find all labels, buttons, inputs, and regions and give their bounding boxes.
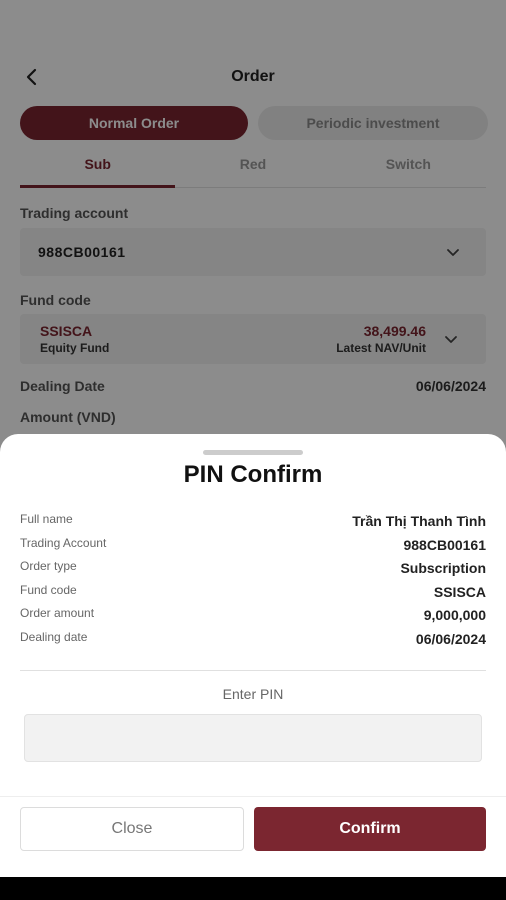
detail-row-trading-account: Trading Account 988CB00161 [20, 536, 486, 558]
divider [20, 670, 486, 671]
detail-row-order-amount: Order amount 9,000,000 [20, 606, 486, 628]
detail-value: 06/06/2024 [415, 631, 486, 647]
pin-input[interactable] [24, 714, 482, 762]
detail-row-full-name: Full name Trần Thị Thanh Tình [20, 512, 486, 534]
detail-label: Order amount [20, 606, 95, 620]
detail-label: Full name [20, 512, 73, 526]
detail-row-order-type: Order type Subscription [20, 559, 486, 581]
pin-confirm-sheet: PIN Confirm Full name Trần Thị Thanh Tìn… [0, 434, 506, 877]
detail-value: Trần Thị Thanh Tình [352, 513, 486, 529]
sheet-grabber[interactable] [203, 450, 303, 455]
pin-label: Enter PIN [222, 686, 284, 702]
sheet-footer: Close Confirm [0, 796, 506, 877]
sheet-title: PIN Confirm [183, 461, 323, 488]
detail-label: Dealing date [20, 630, 88, 644]
detail-value: 9,000,000 [423, 607, 486, 623]
close-button[interactable]: Close [20, 807, 244, 851]
order-screen: Order Normal Order Periodic investment S… [0, 0, 506, 877]
detail-value: SSISCA [433, 584, 486, 600]
detail-row-fund-code: Fund code SSISCA [20, 583, 486, 605]
detail-label: Fund code [20, 583, 77, 597]
detail-label: Order type [20, 559, 77, 573]
detail-value: 988CB00161 [403, 537, 486, 553]
detail-label: Trading Account [20, 536, 107, 550]
detail-value: Subscription [400, 560, 486, 576]
confirm-button[interactable]: Confirm [254, 807, 486, 851]
detail-row-dealing-date: Dealing date 06/06/2024 [20, 630, 486, 652]
